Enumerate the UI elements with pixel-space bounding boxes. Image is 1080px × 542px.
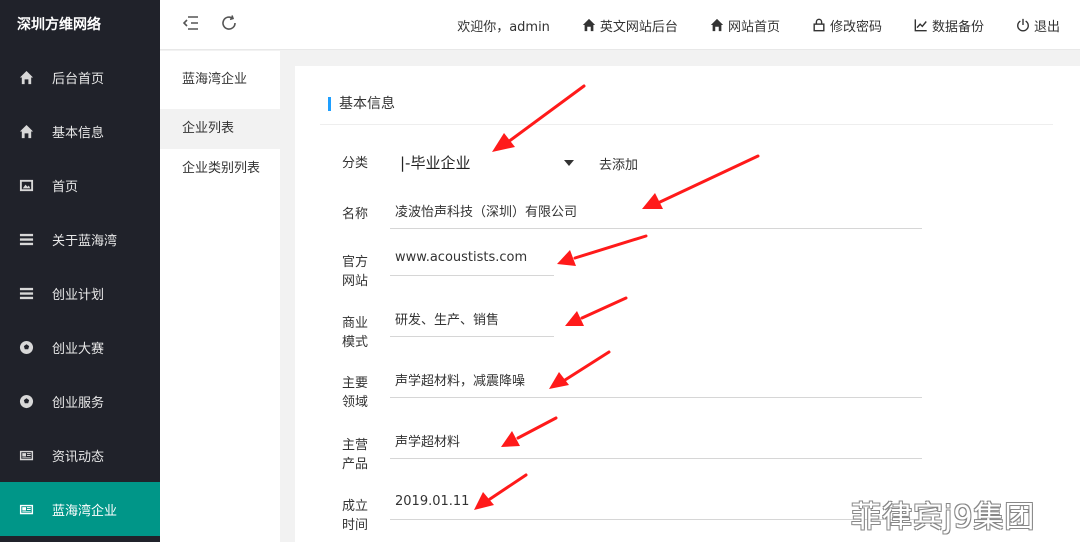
main-field-input[interactable]: 声学超材料，减震降噪 — [390, 362, 922, 398]
refresh-icon[interactable] — [220, 14, 240, 34]
founded-label-line1: 成立 — [342, 499, 369, 514]
power-icon — [1017, 18, 1029, 32]
sidebar-item-label: 资讯动态 — [52, 449, 105, 465]
watermark: 菲律宾j9集团 — [851, 500, 1036, 535]
business-label-line1: 商业 — [342, 316, 369, 331]
website-label: 官方 网站 — [342, 253, 382, 291]
website-label-line2: 网站 — [342, 274, 369, 289]
lock-icon — [813, 18, 825, 32]
logout-label: 退出 — [1033, 19, 1060, 35]
sidebar-item-label: 创业服务 — [52, 395, 105, 411]
chart-icon — [914, 19, 927, 32]
field-label-line2: 领域 — [342, 395, 369, 410]
sidebar-item-enterprise[interactable]: 蓝海湾企业 — [0, 482, 160, 536]
business-label-line2: 模式 — [342, 335, 369, 350]
website-input[interactable]: www.acoustists.com — [390, 240, 554, 276]
section-accent-bar — [328, 97, 331, 111]
subnav-item-category-list[interactable]: 企业类别列表 — [160, 149, 280, 189]
top-header: 欢迎你，admin 英文网站后台 网站首页 修改密码 数据备份 退出 — [160, 0, 1080, 50]
category-label: 分类 — [342, 156, 369, 171]
subnav-item-enterprise-list[interactable]: 企业列表 — [160, 109, 280, 149]
founded-label: 成立 时间 — [342, 497, 382, 535]
subnav-title: 蓝海湾企业 — [182, 72, 248, 87]
chevron-down-icon[interactable] — [564, 160, 574, 166]
sidebar-item-about[interactable]: 关于蓝海湾 — [0, 212, 160, 266]
sidebar-item-plan[interactable]: 创业计划 — [0, 266, 160, 320]
collapse-menu-icon[interactable] — [182, 14, 202, 34]
sidebar-item-homepage[interactable]: 首页 — [0, 158, 160, 212]
newspaper-icon — [18, 447, 34, 463]
product-label-line2: 产品 — [342, 457, 369, 472]
site-home-link[interactable]: 网站首页 — [710, 16, 780, 35]
sidebar-item-contest[interactable]: 创业大赛 — [0, 320, 160, 374]
business-model-label: 商业 模式 — [342, 314, 382, 352]
form-panel: 基本信息 分类 |-毕业企业 去添加 名称 凌波怡声科技（深圳）有限公司 官方 … — [295, 66, 1080, 542]
sidebar-item-label: 蓝海湾企业 — [52, 503, 118, 519]
home-icon — [18, 69, 34, 85]
site-home-label: 网站首页 — [727, 19, 780, 35]
section-header: 基本信息 — [320, 66, 1053, 125]
data-backup-link[interactable]: 数据备份 — [914, 16, 984, 35]
change-password-link[interactable]: 修改密码 — [812, 16, 882, 35]
sidebar-item-service[interactable]: 创业服务 — [0, 374, 160, 428]
section-title: 基本信息 — [339, 96, 395, 112]
menu-icon — [18, 231, 34, 247]
data-backup-label: 数据备份 — [931, 19, 984, 35]
image-icon — [18, 177, 34, 193]
sidebar-item-label: 创业计划 — [52, 287, 105, 303]
category-select[interactable]: |-毕业企业 — [400, 152, 470, 173]
sidebar-item-label: 后台首页 — [52, 71, 105, 87]
football-icon — [18, 393, 34, 409]
website-label-line1: 官方 — [342, 255, 369, 270]
sidebar-item-label: 基本信息 — [52, 125, 105, 141]
main-field-label: 主要 领域 — [342, 374, 382, 412]
home-icon — [18, 123, 34, 139]
football-icon — [18, 339, 34, 355]
sidebar-item-label: 创业大赛 — [52, 341, 105, 357]
sidebar-item-basic-info[interactable]: 基本信息 — [0, 104, 160, 158]
newspaper-icon — [18, 501, 34, 517]
sidebar-item-label: 首页 — [52, 179, 79, 195]
name-label: 名称 — [342, 207, 369, 222]
header-links: 欢迎你，admin 英文网站后台 网站首页 修改密码 数据备份 退出 — [457, 0, 1060, 50]
sidebar-item-label: 关于蓝海湾 — [52, 233, 118, 249]
field-label-line1: 主要 — [342, 376, 369, 391]
sidebar-item-news[interactable]: 资讯动态 — [0, 428, 160, 482]
sub-navigation: 蓝海湾企业 企业列表 企业类别列表 — [160, 51, 280, 542]
brand-title: 深圳方维网络 — [17, 17, 101, 33]
main-product-input[interactable]: 声学超材料 — [390, 423, 922, 459]
founded-date-input[interactable]: 2019.01.11 — [390, 484, 922, 520]
logout-link[interactable]: 退出 — [1016, 16, 1060, 35]
english-admin-label: 英文网站后台 — [599, 19, 678, 35]
add-category-link[interactable]: 去添加 — [599, 154, 638, 173]
home-icon — [582, 18, 596, 32]
home-icon — [710, 18, 724, 32]
english-admin-link[interactable]: 英文网站后台 — [582, 16, 678, 35]
main-product-label: 主营 产品 — [342, 436, 382, 474]
product-label-line1: 主营 — [342, 438, 369, 453]
sidebar: 深圳方维网络 后台首页 基本信息 首页 关于蓝海湾 创业计划 创业大赛 创业服务… — [0, 0, 160, 542]
business-model-input[interactable]: 研发、生产、销售 — [390, 301, 554, 337]
change-password-label: 修改密码 — [829, 19, 882, 35]
founded-label-line2: 时间 — [342, 518, 369, 533]
welcome-text: 欢迎你，admin — [457, 19, 550, 35]
sidebar-item-admin-home[interactable]: 后台首页 — [0, 50, 160, 104]
name-input[interactable]: 凌波怡声科技（深圳）有限公司 — [390, 193, 922, 229]
menu-icon — [18, 285, 34, 301]
